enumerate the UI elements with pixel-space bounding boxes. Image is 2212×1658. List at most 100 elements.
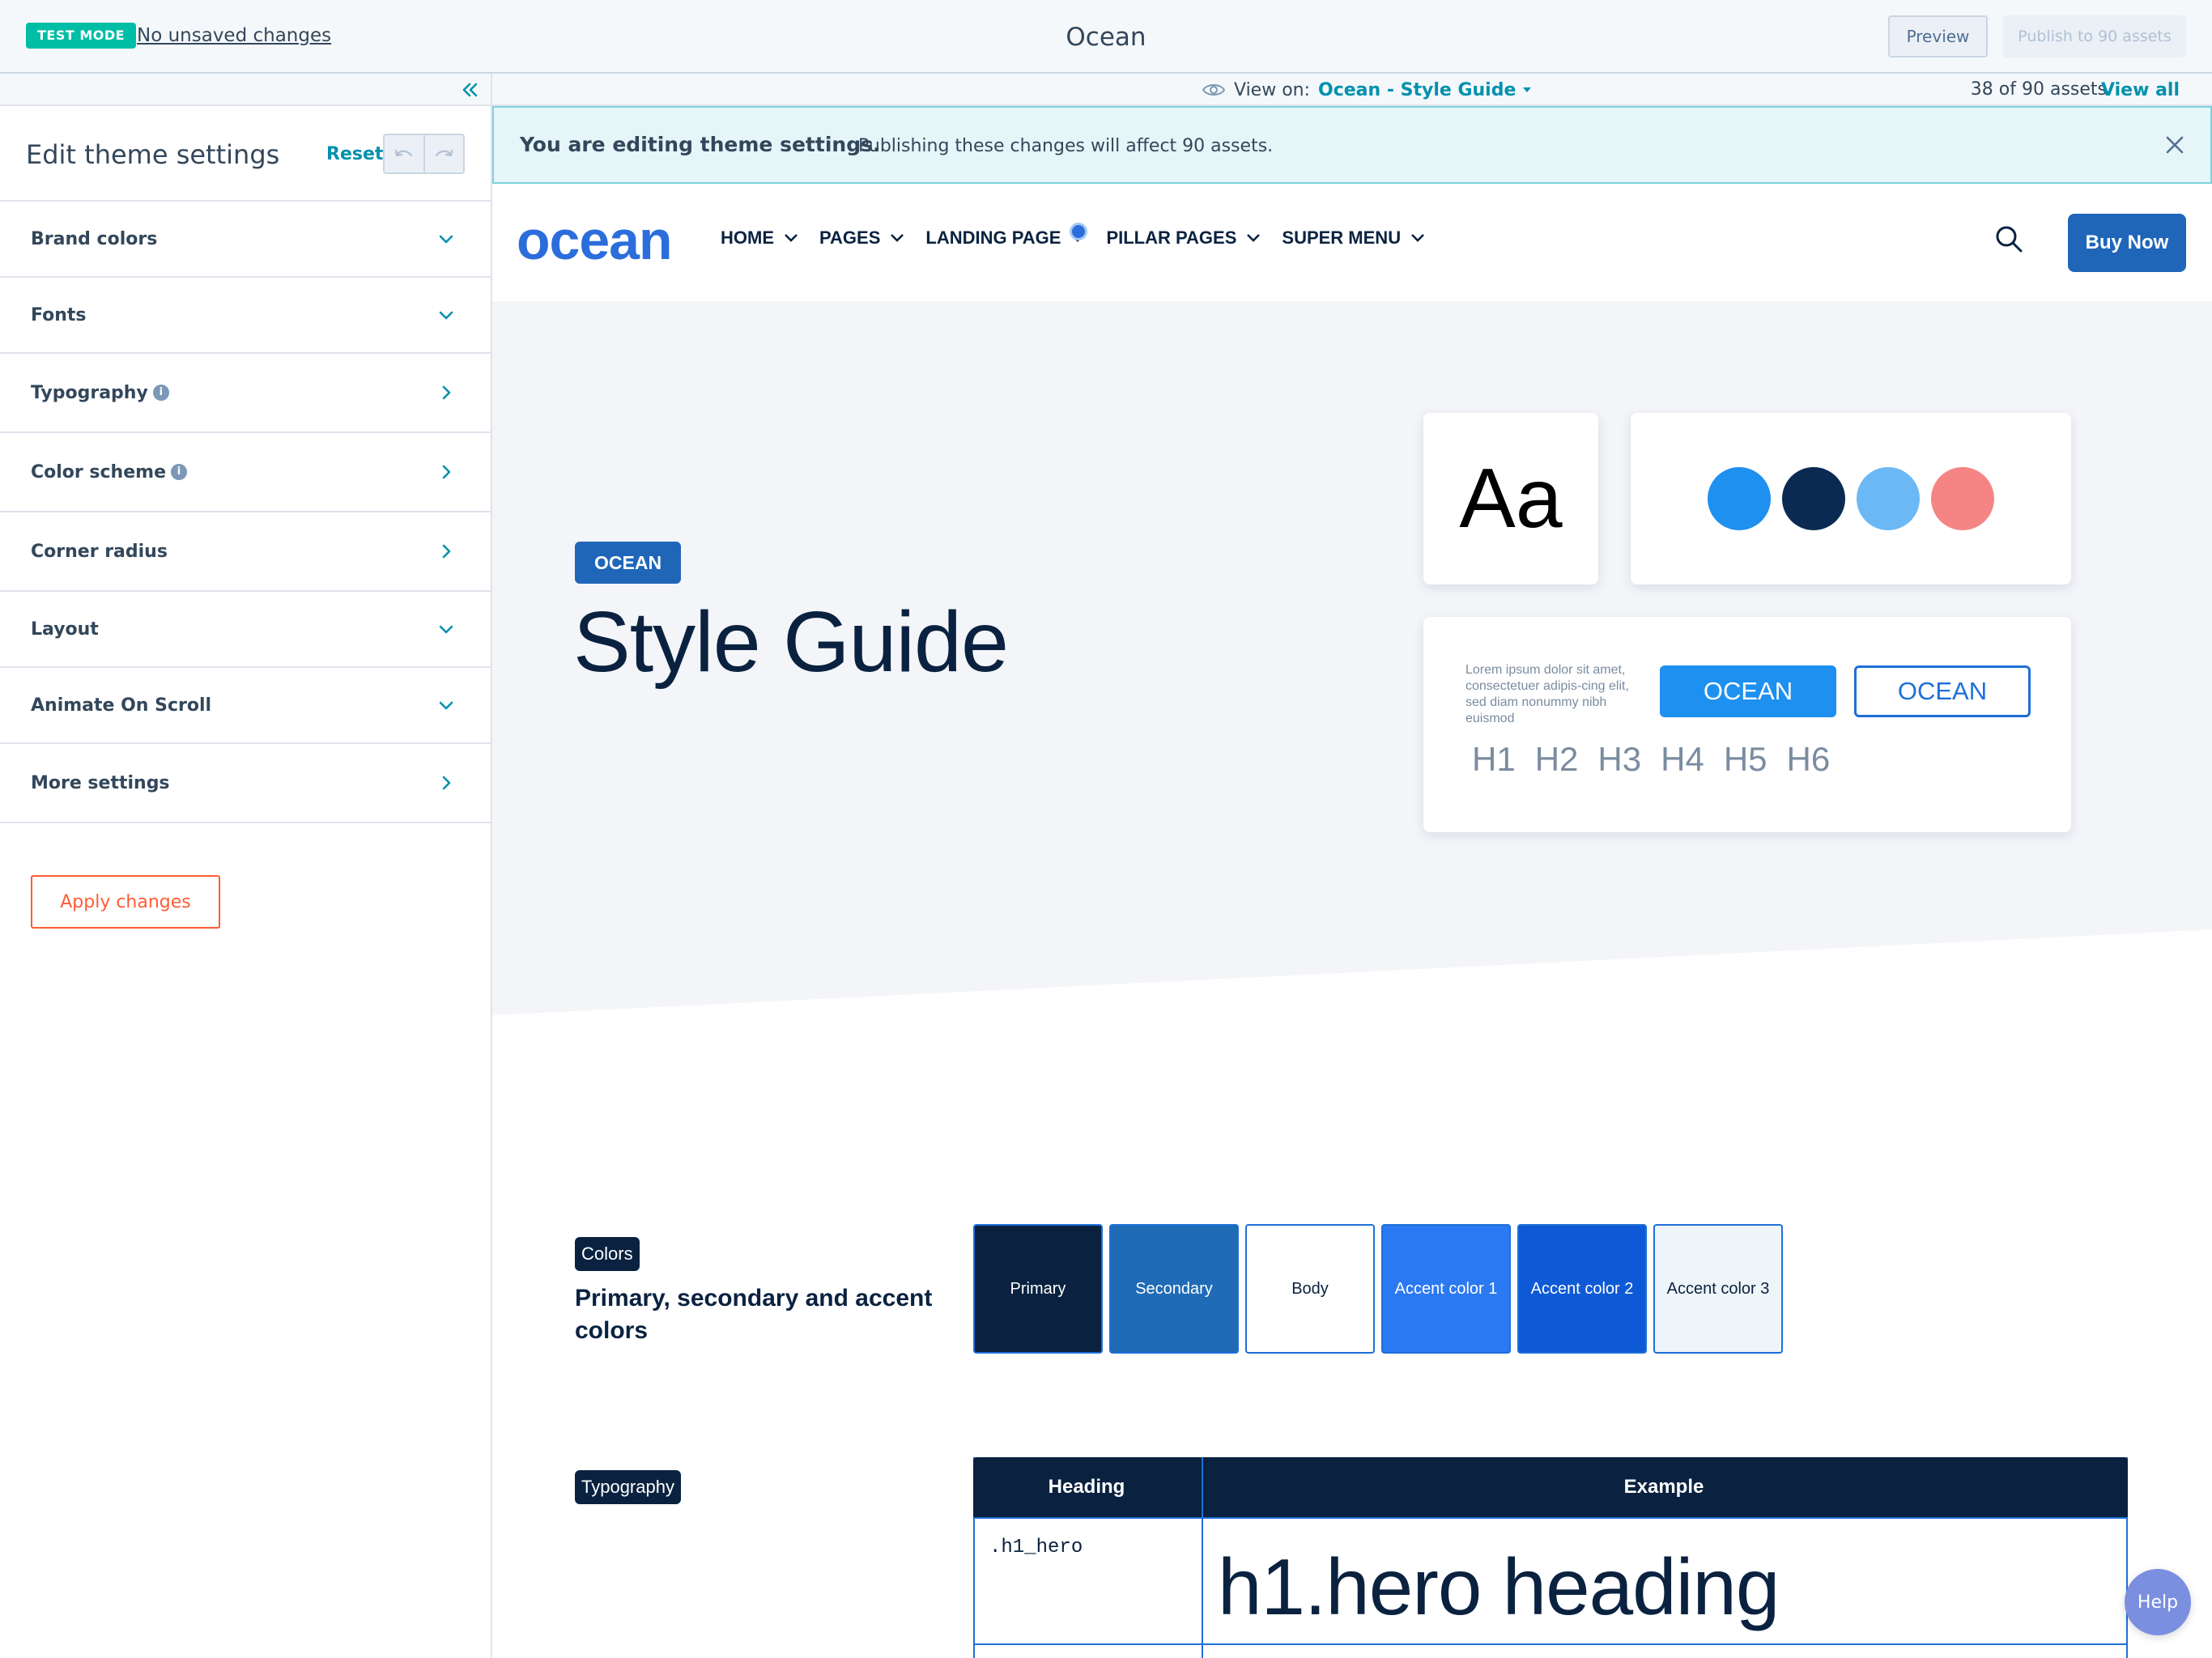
row-divider [975,1643,2128,1645]
swatch-body: Body [1245,1224,1375,1354]
theme-settings-panel: Edit theme settings Reset Brand colors F… [0,74,492,1658]
app-title: Ocean [1066,23,1146,52]
swatch-label: Accent color 1 [1394,1279,1498,1298]
site-logo[interactable]: ocean [517,208,673,273]
nav-item-landing-page[interactable]: LANDING PAGE [925,227,1085,249]
setting-color-scheme[interactable]: Color scheme i [0,433,491,512]
search-icon[interactable] [1994,224,2023,253]
hero-tag: OCEAN [575,542,682,584]
setting-label-text: Animate On Scroll [31,695,212,716]
chevron-down-icon [891,234,904,242]
reset-link[interactable]: Reset [326,140,383,169]
heading-samples: H1 H2 H3 H4 H5 H6 [1472,740,1830,779]
colors-tag: Colors [575,1237,640,1271]
double-chevron-left-icon[interactable] [458,79,481,101]
buy-now-button[interactable]: Buy Now [2068,214,2186,272]
setting-label: Corner radius [31,542,168,562]
typography-tag: Typography [575,1470,681,1504]
heading-sample: H1 [1472,740,1516,778]
redo-button[interactable] [423,135,464,172]
setting-label: More settings [31,773,170,793]
palette-dot [1782,467,1845,530]
redo-icon [436,149,453,157]
close-icon[interactable] [2163,134,2186,156]
top-bar: TEST MODE No unsaved changes Ocean Previ… [0,0,2212,74]
setting-more-settings[interactable]: More settings [0,744,491,823]
setting-label-text: Layout [31,619,99,640]
unsaved-changes-link[interactable]: No unsaved changes [137,23,331,49]
chevron-down-icon [439,311,453,320]
nav-item-super-menu[interactable]: SUPER MENU [1282,227,1425,249]
chevron-right-icon [442,465,451,479]
help-button[interactable]: Help [2125,1569,2191,1635]
caret-down-icon [1523,87,1532,92]
nav-item-pillar-pages[interactable]: PILLAR PAGES [1106,227,1261,249]
info-icon[interactable]: i [152,385,169,401]
swatch-accent-1: Accent color 1 [1381,1224,1511,1354]
nav-item-label: HOME [721,227,774,248]
column-header-example: Example [1623,1476,1704,1498]
heading-sample: H4 [1661,740,1704,778]
chevron-down-icon [1411,234,1424,242]
setting-brand-colors[interactable]: Brand colors [0,202,491,278]
setting-fonts[interactable]: Fonts [0,278,491,354]
color-swatches: Primary Secondary Body Accent color 1 Ac… [973,1224,1783,1354]
row-class-code: .h1_hero [989,1537,1083,1558]
setting-label-text: Brand colors [31,228,158,249]
typography-table: Heading Example .h1_hero h1.hero heading [973,1457,2128,1658]
column-divider [1202,1457,1203,1658]
swatch-primary: Primary [973,1224,1103,1354]
panel-title: Edit theme settings [26,139,280,170]
font-sample-card: Aa [1423,413,1598,585]
undo-redo-group [383,134,465,174]
setting-label: Color scheme i [31,462,187,483]
edit-hotspot-indicator[interactable] [1070,223,1087,240]
site-header: ocean HOME PAGES LANDING PAGE PILLAR PAG… [492,184,2212,301]
heading-sample: H5 [1723,740,1767,778]
nav-item-pages[interactable]: PAGES [819,227,904,249]
setting-layout[interactable]: Layout [0,592,491,668]
sample-solid-button[interactable]: OCEAN [1660,665,1836,717]
chevron-down-icon [1247,234,1261,242]
chevron-right-icon [442,776,451,790]
heading-sample: H3 [1597,740,1642,778]
editing-notice-banner: You are editing theme settings. Publishi… [492,106,2212,184]
hero-section: OCEAN Style Guide Aa Lorem ipsum dolor s… [492,301,2212,1015]
notice-body: Publishing these changes will affect 90 … [858,136,1274,156]
publish-button[interactable]: Publish to 90 assets [2003,15,2186,57]
eye-icon [1202,84,1226,96]
preview-button[interactable]: Preview [1888,15,1988,57]
setting-animate-on-scroll[interactable]: Animate On Scroll [0,668,491,744]
palette-card [1631,413,2071,585]
swatch-label: Body [1291,1279,1329,1298]
apply-changes-button[interactable]: Apply changes [31,875,220,929]
row-example-text: h1.hero heading [1218,1542,1780,1631]
setting-label-text: Fonts [31,304,87,325]
hero-title: Style Guide [573,594,1009,690]
undo-icon [394,149,412,157]
nav-item-label: SUPER MENU [1282,227,1402,248]
view-on-page-name: Ocean - Style Guide [1318,79,1516,100]
font-sample: Aa [1459,451,1563,546]
view-on-selector: View on: Ocean - Style Guide [1202,74,1532,106]
setting-corner-radius[interactable]: Corner radius [0,512,491,592]
swatch-accent-2: Accent color 2 [1517,1224,1647,1354]
setting-label-text: Typography [31,382,148,403]
setting-typography[interactable]: Typography i [0,354,491,433]
setting-label: Fonts [31,305,87,325]
view-all-link[interactable]: View all [2101,74,2180,108]
swatch-label: Accent color 2 [1530,1279,1634,1298]
info-icon[interactable]: i [171,464,187,480]
heading-sample: H2 [1534,740,1579,778]
swatch-label: Secondary [1135,1279,1213,1298]
sample-outline-button[interactable]: OCEAN [1854,665,2031,717]
test-mode-badge: TEST MODE [26,23,137,49]
view-on-bar: View on: Ocean - Style Guide 38 of 90 as… [492,74,2212,106]
notice-title: You are editing theme settings. [520,133,881,156]
undo-button[interactable] [385,135,423,172]
nav-item-home[interactable]: HOME [721,227,798,249]
nav-item-label: PAGES [819,227,881,248]
palette-dot [1857,467,1920,530]
palette-dot [1708,467,1771,530]
view-on-page-dropdown[interactable]: Ocean - Style Guide [1318,80,1532,100]
